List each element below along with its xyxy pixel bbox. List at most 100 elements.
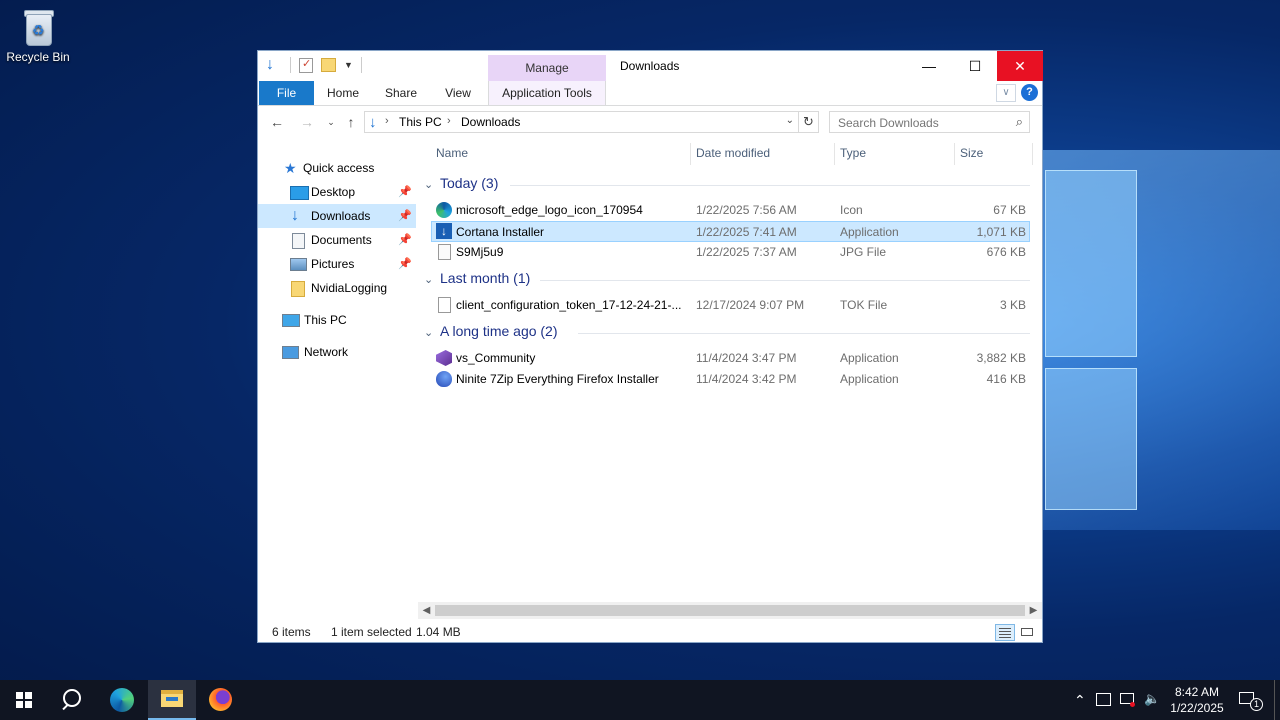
column-header-name[interactable]: Name [436, 139, 468, 167]
group-header-today[interactable]: ⌄ Today (3) [424, 174, 1030, 196]
tab-file[interactable]: File [259, 81, 314, 105]
tab-view[interactable]: View [438, 81, 478, 105]
search-box[interactable]: ⌕ [829, 111, 1030, 133]
quick-access-toolbar: ↓ ✓ ▼ [266, 57, 362, 73]
network-icon [282, 346, 299, 359]
edge-icon [436, 202, 452, 218]
recycle-bin-label: Recycle Bin [6, 50, 70, 64]
system-clock[interactable]: 8:42 AM 1/22/2025 [1168, 684, 1226, 716]
action-center-button[interactable]: 1 [1236, 680, 1263, 720]
status-bar: 6 items 1 item selected 1.04 MB [258, 621, 1042, 643]
file-row[interactable]: ↓ Cortana Installer 1/22/2025 7:41 AM Ap… [431, 221, 1030, 242]
recent-locations-button[interactable]: ⌄ [322, 113, 340, 131]
details-view-icon[interactable] [995, 624, 1015, 641]
ninite-icon [436, 371, 452, 387]
pin-icon[interactable]: 📌 [398, 180, 412, 204]
nav-item-network[interactable]: Network [258, 340, 416, 364]
help-icon[interactable]: ? [1021, 84, 1038, 101]
new-folder-icon[interactable] [321, 58, 336, 72]
maximize-button[interactable]: ☐ [952, 51, 998, 81]
file-row[interactable]: vs_Community 11/4/2024 3:47 PM Applicati… [431, 348, 1030, 369]
nav-item-downloads[interactable]: ↓ Downloads 📌 [258, 204, 416, 228]
breadcrumb-this-pc[interactable]: This PC [399, 115, 442, 129]
column-header-date-modified[interactable]: Date modified [696, 139, 770, 167]
firefox-taskbar-button[interactable] [196, 680, 244, 720]
collapse-chevron-icon[interactable]: ⌄ [424, 174, 433, 196]
star-icon: ★ [284, 160, 297, 176]
forward-button[interactable]: → [298, 113, 316, 131]
manage-tab[interactable]: Manage [488, 55, 606, 81]
address-dropdown-icon[interactable]: ⌄ [786, 115, 794, 126]
scroll-left-arrow-icon[interactable]: ◀ [418, 602, 435, 619]
ribbon-tabs: File Home Share View Application Tools ∨… [258, 81, 1042, 106]
windows-start-icon [16, 692, 32, 708]
show-desktop-button[interactable] [1274, 680, 1280, 720]
search-icon: ⌕ [1015, 114, 1023, 129]
window-title: Downloads [620, 59, 680, 73]
download-folder-icon: ↓ [291, 207, 299, 224]
file-row[interactable]: Ninite 7Zip Everything Firefox Installer… [431, 369, 1030, 390]
nav-item-pictures[interactable]: Pictures 📌 [258, 252, 416, 276]
installer-icon: ↓ [436, 223, 452, 239]
title-bar: ↓ ✓ ▼ Manage Downloads — ☐ ✕ [258, 51, 1043, 81]
recycle-bin-shortcut[interactable]: ♻ Recycle Bin [4, 6, 72, 64]
up-button[interactable]: ↑ [342, 113, 360, 131]
breadcrumb-downloads[interactable]: Downloads [461, 115, 520, 129]
nav-item-quick-access[interactable]: ★ Quick access [258, 156, 416, 180]
clock-time: 8:42 AM [1174, 685, 1220, 699]
file-row[interactable]: client_configuration_token_17-12-24-21-.… [431, 295, 1030, 316]
search-taskbar-button[interactable] [48, 680, 96, 720]
horizontal-scrollbar[interactable]: ◀ ▶ [418, 602, 1042, 619]
edge-icon [110, 688, 134, 712]
group-header-last-month[interactable]: ⌄ Last month (1) [424, 269, 1030, 291]
tab-home[interactable]: Home [322, 81, 364, 105]
firefox-icon [209, 688, 232, 711]
file-icon [438, 297, 451, 313]
item-count: 6 items [272, 625, 311, 639]
windows-logo-pane [1045, 170, 1137, 357]
edge-taskbar-button[interactable] [98, 680, 146, 720]
pin-icon[interactable]: 📌 [398, 228, 412, 252]
qat-customize-icon[interactable]: ▼ [344, 60, 353, 70]
navigation-pane: ★ Quick access Desktop 📌 ↓ Downloads 📌 D… [258, 151, 418, 601]
taskbar: ⌃ 🔈 8:42 AM 1/22/2025 1 [0, 680, 1280, 720]
download-icon[interactable]: ↓ [266, 57, 282, 73]
tab-share[interactable]: Share [380, 81, 422, 105]
properties-icon[interactable]: ✓ [299, 57, 313, 73]
column-header-size[interactable]: Size [960, 139, 983, 167]
pin-icon[interactable]: 📌 [398, 204, 412, 228]
selection-size: 1.04 MB [416, 625, 461, 639]
pin-icon[interactable]: 📌 [398, 252, 412, 276]
column-header-type[interactable]: Type [840, 139, 866, 167]
tab-application-tools[interactable]: Application Tools [488, 81, 606, 105]
nav-item-nvidialogging[interactable]: NvidiaLogging [258, 276, 416, 300]
address-bar[interactable]: ↓ › This PC › Downloads ⌄ [364, 111, 799, 133]
scrollbar-thumb[interactable] [435, 605, 1025, 616]
group-header-long-time-ago[interactable]: ⌄ A long time ago (2) [424, 322, 1030, 344]
nav-item-documents[interactable]: Documents 📌 [258, 228, 416, 252]
file-explorer-taskbar-button[interactable] [148, 680, 196, 720]
image-file-icon [438, 244, 451, 260]
selection-count: 1 item selected [331, 625, 412, 639]
file-row[interactable]: microsoft_edge_logo_icon_170954 1/22/202… [431, 200, 1030, 221]
pictures-folder-icon [290, 258, 307, 271]
start-button[interactable] [0, 680, 48, 720]
file-row[interactable]: S9Mj5u9 1/22/2025 7:37 AM JPG File 676 K… [431, 242, 1030, 263]
folder-icon [291, 281, 305, 297]
expand-ribbon-button[interactable]: ∨ [996, 84, 1016, 102]
documents-folder-icon [292, 233, 305, 249]
nav-item-desktop[interactable]: Desktop 📌 [258, 180, 416, 204]
scroll-right-arrow-icon[interactable]: ▶ [1025, 602, 1042, 619]
desktop-folder-icon [290, 186, 309, 200]
search-input[interactable] [836, 115, 1005, 131]
chevron-up-icon: ⌃ [1074, 692, 1086, 708]
large-icons-view-icon[interactable] [1018, 624, 1038, 641]
collapse-chevron-icon[interactable]: ⌄ [424, 322, 433, 344]
close-button[interactable]: ✕ [997, 51, 1043, 81]
nav-item-this-pc[interactable]: This PC [258, 308, 416, 332]
recycle-bin-icon: ♻ [20, 6, 56, 46]
minimize-button[interactable]: — [906, 51, 952, 81]
collapse-chevron-icon[interactable]: ⌄ [424, 269, 433, 291]
refresh-button[interactable]: ↻ [799, 111, 819, 133]
back-button[interactable]: ← [268, 113, 286, 131]
